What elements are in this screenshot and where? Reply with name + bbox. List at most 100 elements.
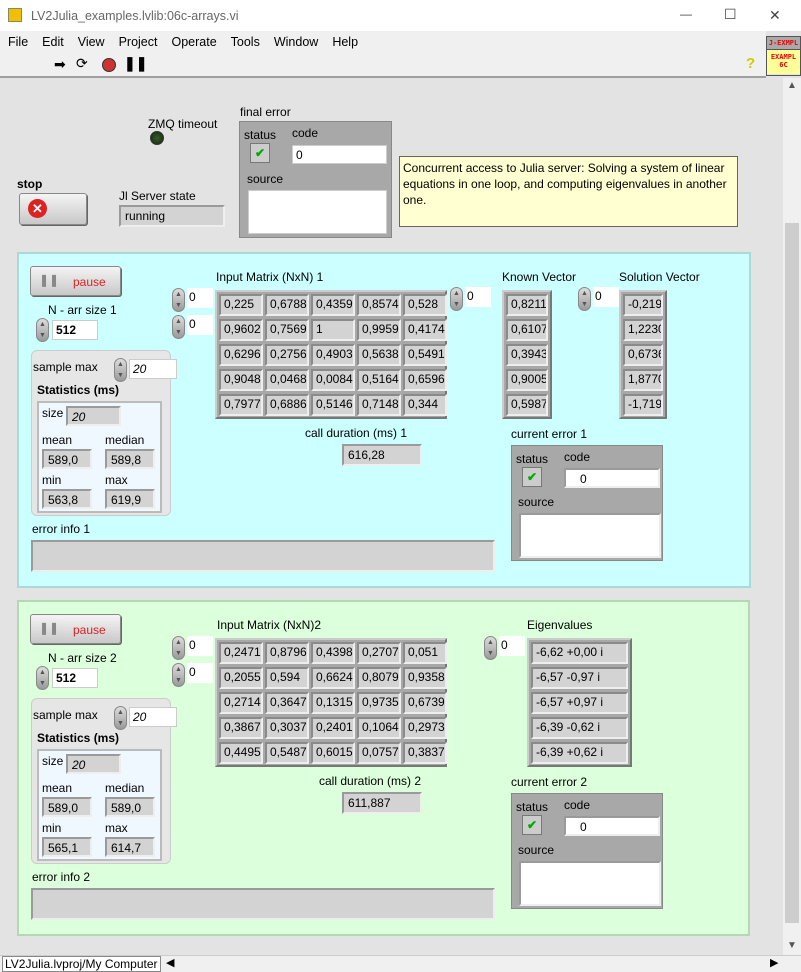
row-index-field[interactable]: 0 — [187, 288, 213, 308]
minimize-button[interactable]: — — [680, 7, 692, 21]
scroll-up-icon[interactable]: ▲ — [787, 80, 797, 91]
pause-button[interactable]: ❚❚ pause — [30, 266, 121, 296]
maximize-button[interactable]: ☐ — [724, 6, 737, 23]
matrix-cell: 0,4359 — [311, 294, 355, 316]
run-continuously-icon[interactable]: ⟳ — [76, 55, 88, 72]
matrix-cell: 0,1315 — [311, 692, 355, 714]
sample-max-field[interactable]: 20 — [129, 707, 177, 727]
mean-label: mean — [42, 433, 73, 447]
matrix-cell: 0,9735 — [357, 692, 401, 714]
matrix-cell: 0,3867 — [219, 717, 263, 739]
known-vector-index-field[interactable]: 0 — [465, 287, 491, 307]
menu-edit[interactable]: Edit — [42, 35, 64, 49]
row-index-spinner-icon[interactable]: ▲ ▼ — [172, 288, 185, 312]
matrix-cell: 0,8079 — [357, 667, 401, 689]
row-index-field[interactable]: 0 — [187, 636, 213, 656]
statistics-title: Statistics (ms) — [37, 383, 120, 397]
matrix-cell: 0,4174 — [403, 319, 447, 341]
abort-icon[interactable] — [102, 58, 116, 72]
source-label: source — [518, 843, 555, 857]
source-field[interactable] — [248, 190, 387, 234]
mean-value: 589,0 — [42, 797, 92, 817]
vertical-scrollbar[interactable]: ▲ ▼ — [783, 78, 801, 955]
scroll-right-icon[interactable]: ▶ — [770, 956, 778, 969]
size-label: size — [42, 406, 64, 420]
known-vector-label: Known Vector — [502, 270, 577, 284]
scroll-left-icon[interactable]: ◀ — [166, 956, 174, 969]
known-vector-index-spinner-icon[interactable]: ▲ ▼ — [450, 287, 463, 311]
menu-tools[interactable]: Tools — [231, 35, 260, 49]
known-vector-element: 0,5987 — [506, 394, 548, 416]
menu-help[interactable]: Help — [332, 35, 358, 49]
col-index-spinner-icon[interactable]: ▲ ▼ — [172, 315, 185, 339]
eigenvalue-element: -6,39 -0,62 i — [531, 717, 628, 739]
sample-max-spinner-icon[interactable]: ▲ ▼ — [114, 706, 127, 730]
matrix-cell: 0,344 — [403, 394, 447, 416]
col-index-spinner-icon[interactable]: ▲ ▼ — [172, 663, 185, 687]
size-value: 20 — [66, 406, 121, 426]
scroll-down-icon[interactable]: ▼ — [787, 940, 797, 951]
eigenvalue-index-spinner-icon[interactable]: ▲ ▼ — [484, 636, 497, 660]
scroll-thumb[interactable] — [785, 223, 799, 923]
pause-bars-icon: ❚❚ — [39, 621, 60, 635]
close-button[interactable]: ✕ — [769, 7, 781, 24]
size-value: 20 — [66, 754, 121, 774]
solution-vector-index-field[interactable]: 0 — [593, 287, 619, 307]
pause-icon[interactable]: ❚❚ — [124, 55, 147, 72]
stop-x-icon: ✕ — [28, 199, 47, 218]
eigenvalues-label: Eigenvalues — [527, 618, 593, 632]
final-error-cluster: status ✔ code 0 source — [239, 121, 392, 238]
min-label: min — [42, 821, 62, 835]
code-label: code — [564, 798, 591, 812]
eigenvalue-index-field[interactable]: 0 — [499, 636, 525, 656]
stop-button[interactable]: ✕ — [19, 193, 87, 225]
size-label: size — [42, 754, 64, 768]
pause-label: pause — [73, 623, 106, 637]
known-vector-element: 0,8211 — [506, 294, 548, 316]
eigenvalue-element: -6,62 +0,00 i — [531, 642, 628, 664]
n-size-spinner-icon[interactable]: ▲ ▼ — [36, 666, 49, 690]
matrix-cell: 0,0084 — [311, 369, 355, 391]
pause-button[interactable]: ❚❚ pause — [30, 614, 121, 644]
n-size-spinner-icon[interactable]: ▲ ▼ — [36, 318, 49, 342]
matrix-cell: 0,1064 — [357, 717, 401, 739]
matrix-cell: 0,8796 — [265, 642, 309, 664]
sample-max-spinner-icon[interactable]: ▲ ▼ — [114, 358, 127, 382]
matrix-cell: 0,2401 — [311, 717, 355, 739]
solution-vector-index-spinner-icon[interactable]: ▲ ▼ — [578, 287, 591, 311]
sample-max-field[interactable]: 20 — [129, 359, 177, 379]
code-field[interactable]: 0 — [292, 145, 387, 164]
col-index-field[interactable]: 0 — [187, 663, 213, 683]
col-index-field[interactable]: 0 — [187, 315, 213, 335]
call-duration-label: call duration (ms) 1 — [305, 426, 408, 440]
menu-window[interactable]: Window — [274, 35, 318, 49]
matrix-cell: 0,6596 — [403, 369, 447, 391]
input-matrix-label: Input Matrix (NxN) 1 — [216, 270, 324, 284]
run-arrow-icon[interactable]: ➡ — [54, 56, 66, 73]
matrix-cell: 0,5146 — [311, 394, 355, 416]
mean-value: 589,0 — [42, 449, 92, 469]
status-check-icon: ✔ — [522, 815, 542, 835]
matrix-cell: 0,4398 — [311, 642, 355, 664]
known-vector-element: 0,9005 — [506, 369, 548, 391]
source-indicator — [519, 861, 661, 906]
help-icon[interactable]: ? — [746, 55, 755, 72]
max-label: max — [105, 821, 128, 835]
input-matrix: 0,2471 0,8796 0,4398 0,2707 0,051 0,2055 0,594… — [215, 638, 447, 767]
error-info-label: error info 1 — [32, 522, 91, 536]
solution-vector-element: 1,2230 — [623, 319, 663, 341]
menu-view[interactable]: View — [78, 35, 105, 49]
statistics-values: size 20 mean median 589,0 589,0 min max 565,1 614… — [37, 749, 162, 861]
server-state-label: Jl Server state — [119, 189, 196, 203]
min-label: min — [42, 473, 62, 487]
menu-operate[interactable]: Operate — [171, 35, 216, 49]
matrix-cell: 0,4495 — [219, 742, 263, 764]
current-error-cluster: status ✔ code 0 source — [511, 445, 663, 561]
n-size-field[interactable]: 512 — [52, 668, 98, 688]
median-value: 589,8 — [105, 449, 155, 469]
solution-vector-array: -0,2195 1,2230 0,6736 1,8770 -1,7194 — [619, 290, 667, 419]
row-index-spinner-icon[interactable]: ▲ ▼ — [172, 636, 185, 660]
menu-file[interactable]: File — [8, 35, 28, 49]
menu-project[interactable]: Project — [119, 35, 158, 49]
n-size-field[interactable]: 512 — [52, 320, 98, 340]
